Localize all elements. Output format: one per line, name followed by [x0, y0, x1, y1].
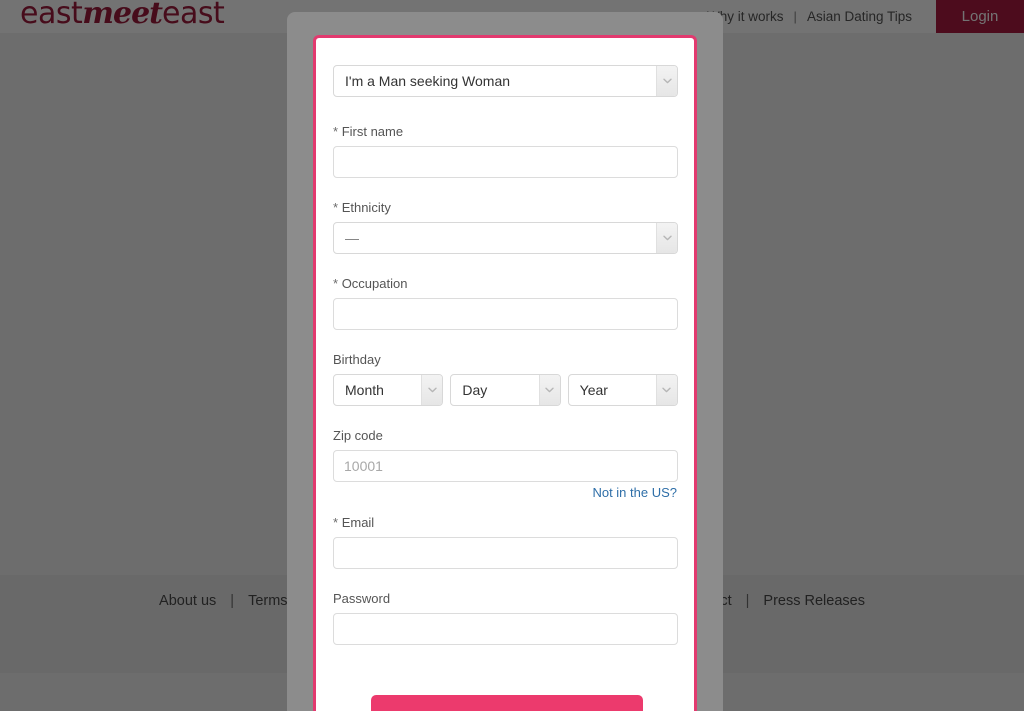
chevron-down-icon — [656, 223, 677, 253]
zip-code-input[interactable] — [333, 450, 678, 482]
signup-form: I'm a Man seeking Woman * First name * E… — [316, 38, 694, 711]
ethnicity-label: * Ethnicity — [333, 200, 678, 216]
password-label: Password — [333, 591, 391, 606]
chevron-down-icon — [421, 375, 443, 405]
birthday-year-select[interactable]: Year — [567, 374, 678, 406]
field-ethnicity: * Ethnicity — — [333, 200, 678, 254]
page-root: About us | Terms of service Contact | Pr… — [0, 0, 1024, 711]
field-occupation: * Occupation — [333, 276, 678, 330]
seeking-select[interactable]: I'm a Man seeking Woman — [333, 65, 678, 97]
birthday-month-select[interactable]: Month — [333, 374, 444, 406]
email-label: * Email — [333, 515, 678, 531]
signup-modal: I'm a Man seeking Woman * First name * E… — [313, 35, 697, 711]
password-input[interactable] — [333, 613, 678, 645]
field-zip-code: Zip code — [333, 428, 678, 482]
occupation-required-marker: * — [333, 276, 339, 291]
field-seeking: I'm a Man seeking Woman — [333, 65, 678, 97]
seeking-select-value: I'm a Man seeking Woman — [345, 73, 511, 89]
email-input[interactable] — [333, 537, 678, 569]
first-name-label-text: First name — [341, 124, 404, 139]
ethnicity-required-marker: * — [333, 200, 339, 215]
birthday-day-select[interactable]: Day — [450, 374, 561, 406]
chevron-down-icon — [656, 66, 677, 96]
field-email: * Email — [333, 515, 678, 569]
occupation-label-text: Occupation — [341, 276, 408, 291]
field-first-name: * First name — [333, 124, 678, 178]
zip-code-label: Zip code — [333, 428, 383, 443]
chevron-down-icon — [655, 375, 677, 405]
field-password: Password — [333, 591, 678, 645]
ethnicity-select[interactable]: — — [333, 222, 678, 254]
first-name-input[interactable] — [333, 146, 678, 178]
field-birthday: Birthday Month Day Year — [333, 352, 678, 406]
birthday-selects: Month Day Year — [333, 374, 678, 406]
email-required-marker: * — [333, 515, 339, 530]
chevron-down-icon — [538, 375, 560, 405]
email-label-text: Email — [341, 515, 375, 530]
ethnicity-label-text: Ethnicity — [341, 200, 391, 215]
birthday-label: Birthday — [333, 352, 381, 367]
sign-up-button[interactable]: Sign Up — [371, 695, 643, 711]
first-name-required-marker: * — [333, 124, 339, 139]
birthday-year-value: Year — [579, 382, 608, 398]
occupation-input[interactable] — [333, 298, 678, 330]
occupation-label: * Occupation — [333, 276, 678, 292]
ethnicity-select-value: — — [345, 230, 359, 246]
not-in-the-us-link[interactable]: Not in the US? — [592, 485, 677, 500]
birthday-day-value: Day — [462, 382, 488, 398]
first-name-label: * First name — [333, 124, 678, 140]
birthday-month-value: Month — [345, 382, 384, 398]
